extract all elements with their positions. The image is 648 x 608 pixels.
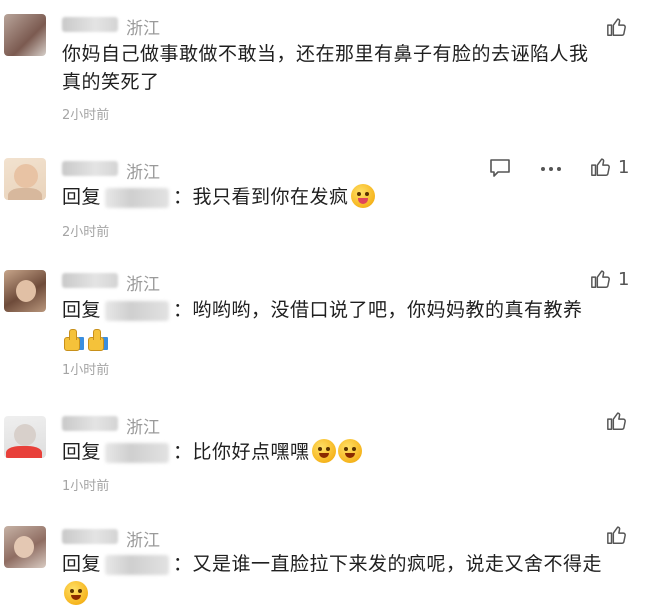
avatar[interactable] [4, 416, 46, 458]
location-label: 浙江 [126, 531, 160, 551]
reply-text: 回复 ：我只看到你在发疯 [62, 183, 375, 211]
reply-body: ：又是谁一直脸拉下来发的疯呢，说走又舍不得走 [173, 553, 603, 575]
comment-text-line: 真的笑死了 [62, 71, 160, 93]
reply-body: ：哟哟哟，没借口说了吧，你妈妈教的真有教养 [173, 299, 583, 321]
timestamp: 2小时前 [62, 108, 110, 123]
location-label: 浙江 [126, 19, 160, 39]
username[interactable] [62, 273, 118, 288]
thumbs-up-icon[interactable] [606, 524, 628, 546]
username[interactable] [62, 529, 118, 544]
avatar[interactable] [4, 158, 46, 200]
thumbs-up-icon[interactable] [606, 410, 628, 432]
reply-to-username[interactable] [105, 300, 170, 321]
reply-label: 回复 [62, 553, 102, 575]
wink-tongue-emoji [350, 184, 375, 208]
reply-body: ：我只看到你在发疯 [173, 186, 349, 208]
comment-text-line: 你妈自己做事敢做不敢当，还在那里有鼻子有脸的去诬陷人我 [62, 43, 589, 65]
thumbs-up-icon[interactable] [590, 156, 612, 178]
comment-item: 浙江 你妈自己做事敢做不敢当，还在那里有鼻子有脸的去诬陷人我 真的笑死了 2小时… [0, 0, 648, 130]
avatar[interactable] [4, 270, 46, 312]
reply-to-username[interactable] [105, 187, 170, 208]
timestamp: 2小时前 [62, 225, 110, 240]
location-label: 浙江 [126, 275, 160, 295]
like-count: 1 [618, 157, 630, 178]
like-count: 1 [618, 269, 630, 290]
avatar[interactable] [4, 14, 46, 56]
hehe-emoji [64, 581, 88, 605]
thumbs-up-icon[interactable] [606, 16, 628, 38]
reply-label: 回复 [62, 441, 102, 463]
comment-text: 你妈自己做事敢做不敢当，还在那里有鼻子有脸的去诬陷人我 真的笑死了 [62, 40, 589, 96]
reply-item: 浙江 回复 ：比你好点嘿嘿 1小时前 [0, 396, 648, 506]
reply-item: 浙江 回复 ：我只看到你在发疯 2小时前 1 [0, 140, 648, 250]
hehe-emoji [311, 439, 336, 463]
username[interactable] [62, 416, 118, 431]
thumbs-up-emoji [62, 327, 86, 351]
reply-body: ：比你好点嘿嘿 [173, 441, 310, 463]
thumbs-up-icon[interactable] [590, 268, 612, 290]
hehe-emoji [337, 439, 362, 463]
location-label: 浙江 [126, 418, 160, 438]
more-icon[interactable] [540, 166, 562, 172]
thumbs-up-emoji [86, 327, 110, 351]
reply-text: 回复 ：哟哟哟，没借口说了吧，你妈妈教的真有教养 [62, 296, 642, 354]
reply-to-username[interactable] [105, 554, 170, 575]
reply-item: 浙江 回复 ：又是谁一直脸拉下来发的疯呢，说走又舍不得走 [0, 508, 648, 605]
comment-icon[interactable] [489, 158, 511, 178]
reply-item: 浙江 回复 ：哟哟哟，没借口说了吧，你妈妈教的真有教养 1小时前 1 [0, 252, 648, 392]
location-label: 浙江 [126, 163, 160, 183]
reply-text: 回复 ：又是谁一直脸拉下来发的疯呢，说走又舍不得走 [62, 550, 648, 608]
timestamp: 1小时前 [62, 363, 110, 378]
reply-to-username[interactable] [105, 442, 170, 463]
reply-text: 回复 ：比你好点嘿嘿 [62, 438, 362, 466]
reply-label: 回复 [62, 186, 102, 208]
timestamp: 1小时前 [62, 479, 110, 494]
reply-label: 回复 [62, 299, 102, 321]
username[interactable] [62, 161, 118, 176]
avatar[interactable] [4, 526, 46, 568]
username[interactable] [62, 17, 118, 32]
